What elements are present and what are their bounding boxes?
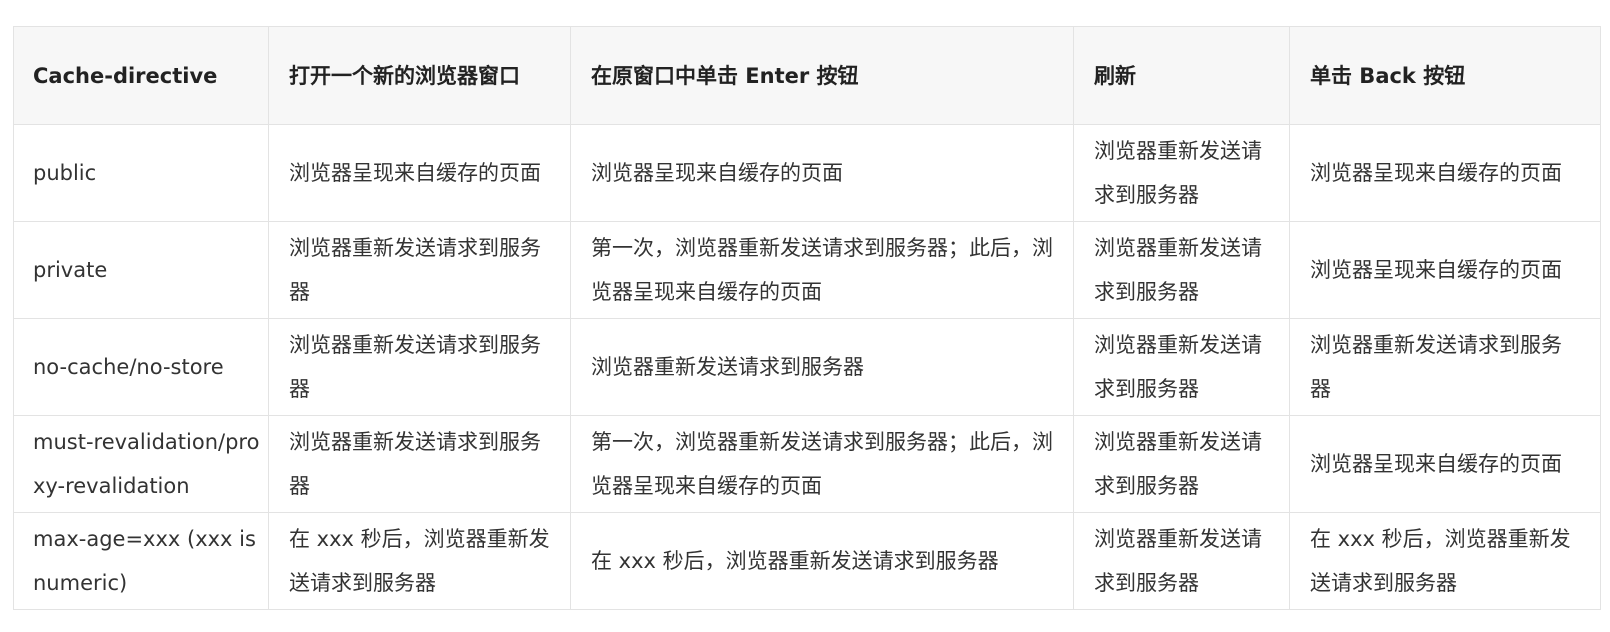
content-area: Cache-directive 打开一个新的浏览器窗口 在原窗口中单击 Ente… — [13, 26, 1601, 610]
cache-directive-table: Cache-directive 打开一个新的浏览器窗口 在原窗口中单击 Ente… — [13, 26, 1601, 610]
table-cell: public — [13, 124, 269, 222]
table-cell: 第一次，浏览器重新发送请求到服务器；此后，浏览器呈现来自缓存的页面 — [570, 415, 1074, 513]
table-cell: must-revalidation/proxy-revalidation — [13, 415, 269, 513]
table-cell: 在 xxx 秒后，浏览器重新发送请求到服务器 — [570, 512, 1074, 610]
table-row: must-revalidation/proxy-revalidation 浏览器… — [13, 415, 1601, 513]
table-cell: 在 xxx 秒后，浏览器重新发送请求到服务器 — [1289, 512, 1601, 610]
table-cell: private — [13, 221, 269, 319]
table-cell: 浏览器重新发送请求到服务器 — [268, 221, 571, 319]
table-cell: 浏览器重新发送请求到服务器 — [1073, 415, 1290, 513]
table-cell: 浏览器重新发送请求到服务器 — [570, 318, 1074, 416]
table-cell: 浏览器重新发送请求到服务器 — [1073, 221, 1290, 319]
table-cell: 浏览器重新发送请求到服务器 — [268, 415, 571, 513]
header-enter-button: 在原窗口中单击 Enter 按钮 — [570, 26, 1074, 125]
table-row: no-cache/no-store 浏览器重新发送请求到服务器 浏览器重新发送请… — [13, 318, 1601, 416]
header-refresh-label: 刷新 — [1094, 63, 1136, 88]
header-back-button: 单击 Back 按钮 — [1289, 26, 1601, 125]
header-new-window: 打开一个新的浏览器窗口 — [268, 26, 571, 125]
header-back-button-label: 单击 Back 按钮 — [1310, 63, 1466, 88]
header-enter-button-label: 在原窗口中单击 Enter 按钮 — [591, 63, 859, 88]
table-cell: 浏览器呈现来自缓存的页面 — [1289, 124, 1601, 222]
header-refresh: 刷新 — [1073, 26, 1290, 125]
table-cell: 在 xxx 秒后，浏览器重新发送请求到服务器 — [268, 512, 571, 610]
table-cell: 浏览器呈现来自缓存的页面 — [1289, 415, 1601, 513]
table-cell: 浏览器呈现来自缓存的页面 — [1289, 221, 1601, 319]
table-cell: 浏览器重新发送请求到服务器 — [1073, 124, 1290, 222]
header-cache-directive-label: Cache-directive — [33, 63, 218, 88]
table-cell: 浏览器重新发送请求到服务器 — [268, 318, 571, 416]
table-cell: 浏览器呈现来自缓存的页面 — [268, 124, 571, 222]
table-cell: 第一次，浏览器重新发送请求到服务器；此后，浏览器呈现来自缓存的页面 — [570, 221, 1074, 319]
table-cell: no-cache/no-store — [13, 318, 269, 416]
header-cache-directive: Cache-directive — [13, 26, 269, 125]
table-header-row: Cache-directive 打开一个新的浏览器窗口 在原窗口中单击 Ente… — [13, 26, 1601, 125]
table-cell: 浏览器重新发送请求到服务器 — [1289, 318, 1601, 416]
table-cell: 浏览器重新发送请求到服务器 — [1073, 512, 1290, 610]
table-row: public 浏览器呈现来自缓存的页面 浏览器呈现来自缓存的页面 浏览器重新发送… — [13, 124, 1601, 222]
header-new-window-label: 打开一个新的浏览器窗口 — [289, 63, 520, 88]
table-cell: 浏览器重新发送请求到服务器 — [1073, 318, 1290, 416]
table-row: max-age=xxx (xxx is numeric) 在 xxx 秒后，浏览… — [13, 512, 1601, 610]
table-row: private 浏览器重新发送请求到服务器 第一次，浏览器重新发送请求到服务器；… — [13, 221, 1601, 319]
table-cell: 浏览器呈现来自缓存的页面 — [570, 124, 1074, 222]
table-cell: max-age=xxx (xxx is numeric) — [13, 512, 269, 610]
